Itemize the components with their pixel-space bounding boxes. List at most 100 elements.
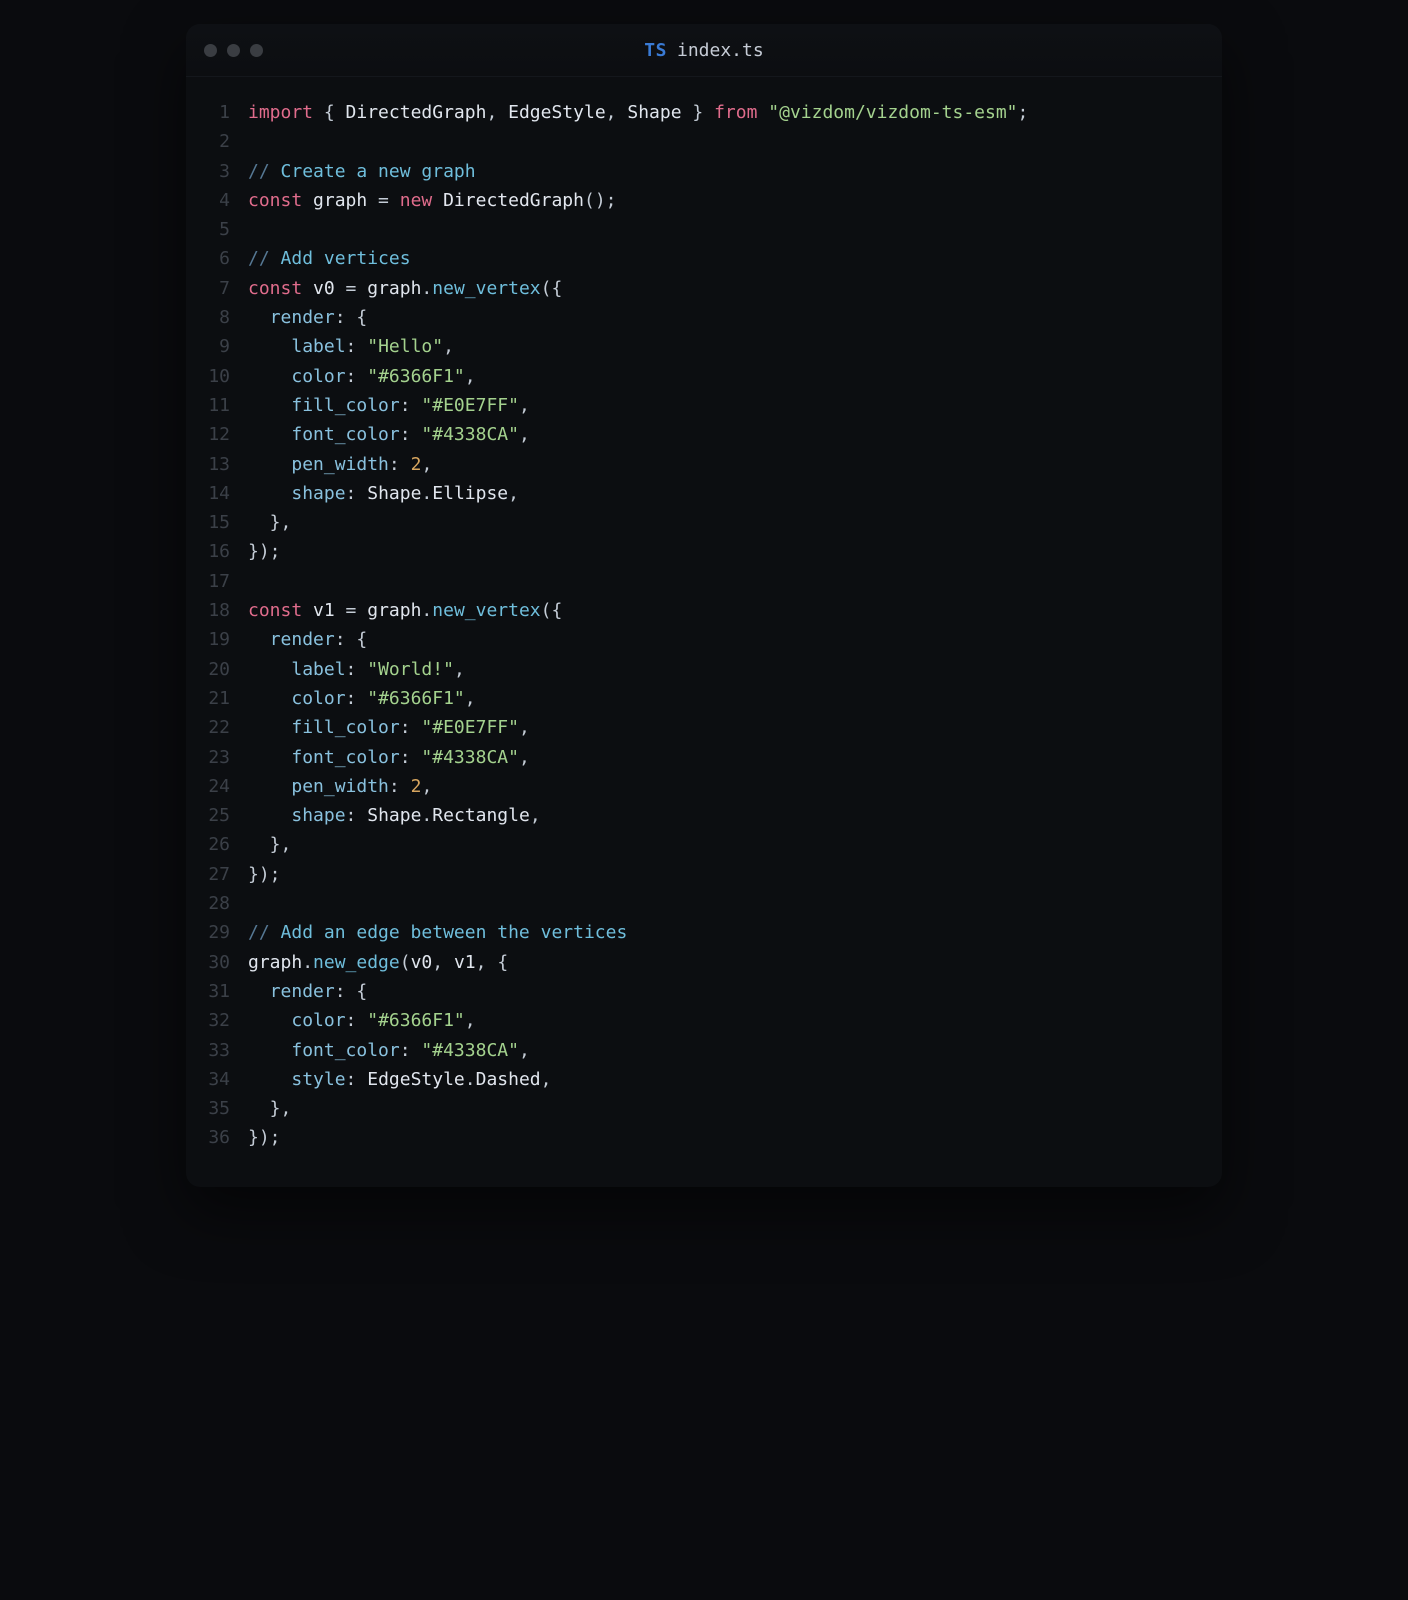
token-str: "#6366F1": [367, 1010, 465, 1031]
token-kw: const: [248, 278, 302, 299]
code-line[interactable]: },: [248, 1094, 1028, 1123]
token-pu: [248, 454, 291, 475]
line-number: 2: [186, 127, 230, 156]
token-id: graph: [313, 190, 367, 211]
token-pu: [248, 483, 291, 504]
token-pu: ,: [519, 424, 530, 445]
token-cm: //: [248, 922, 281, 943]
code-line[interactable]: graph.new_edge(v0, v1, {: [248, 948, 1028, 977]
code-line[interactable]: import { DirectedGraph, EdgeStyle, Shape…: [248, 98, 1028, 127]
code-content[interactable]: import { DirectedGraph, EdgeStyle, Shape…: [244, 98, 1028, 1153]
code-line[interactable]: font_color: "#4338CA",: [248, 1036, 1028, 1065]
code-line[interactable]: [248, 889, 1028, 918]
token-pu: .: [302, 952, 313, 973]
token-pu: });: [248, 541, 281, 562]
token-pu: .: [421, 278, 432, 299]
code-line[interactable]: // Create a new graph: [248, 157, 1028, 186]
line-number: 21: [186, 684, 230, 713]
token-pu: ,: [606, 102, 628, 123]
code-line[interactable]: color: "#6366F1",: [248, 362, 1028, 391]
code-line[interactable]: },: [248, 830, 1028, 859]
token-pu: .: [421, 600, 432, 621]
token-str: "#4338CA": [421, 747, 519, 768]
token-pu: ,: [421, 454, 432, 475]
code-line[interactable]: pen_width: 2,: [248, 450, 1028, 479]
code-line[interactable]: },: [248, 508, 1028, 537]
token-id: graph: [367, 278, 421, 299]
window-dot-close[interactable]: [204, 44, 217, 57]
token-pu: ,: [443, 336, 454, 357]
token-pu: (: [400, 952, 411, 973]
token-id: graph: [367, 600, 421, 621]
code-line[interactable]: [248, 567, 1028, 596]
line-number: 34: [186, 1065, 230, 1094]
code-line[interactable]: shape: Shape.Rectangle,: [248, 801, 1028, 830]
code-line[interactable]: style: EdgeStyle.Dashed,: [248, 1065, 1028, 1094]
code-line[interactable]: fill_color: "#E0E7FF",: [248, 713, 1028, 742]
line-number: 35: [186, 1094, 230, 1123]
token-pu: ,: [486, 102, 508, 123]
line-number: 11: [186, 391, 230, 420]
token-pu: [302, 278, 313, 299]
code-line[interactable]: const v1 = graph.new_vertex({: [248, 596, 1028, 625]
token-str: "#E0E7FF": [421, 395, 519, 416]
line-number: 22: [186, 713, 230, 742]
token-pr: render: [270, 981, 335, 1002]
code-line[interactable]: const graph = new DirectedGraph();: [248, 186, 1028, 215]
code-line[interactable]: render: {: [248, 977, 1028, 1006]
code-line[interactable]: render: {: [248, 625, 1028, 654]
code-line[interactable]: color: "#6366F1",: [248, 684, 1028, 713]
code-line[interactable]: [248, 127, 1028, 156]
line-number: 32: [186, 1006, 230, 1035]
token-str: "Hello": [367, 336, 443, 357]
token-pu: },: [248, 834, 291, 855]
code-line[interactable]: });: [248, 860, 1028, 889]
active-tab[interactable]: TS index.ts: [644, 40, 763, 61]
token-pr: shape: [291, 805, 345, 826]
token-str: "#E0E7FF": [421, 717, 519, 738]
token-pu: [248, 717, 291, 738]
code-line[interactable]: });: [248, 1123, 1028, 1152]
token-id: graph: [248, 952, 302, 973]
code-line[interactable]: // Add vertices: [248, 244, 1028, 273]
code-line[interactable]: const v0 = graph.new_vertex({: [248, 274, 1028, 303]
token-pu: :: [346, 688, 368, 709]
code-line[interactable]: [248, 215, 1028, 244]
token-pu: :: [346, 1069, 368, 1090]
code-line[interactable]: pen_width: 2,: [248, 772, 1028, 801]
code-line[interactable]: render: {: [248, 303, 1028, 332]
code-line[interactable]: fill_color: "#E0E7FF",: [248, 391, 1028, 420]
code-line[interactable]: label: "World!",: [248, 655, 1028, 684]
line-number: 15: [186, 508, 230, 537]
token-pr: color: [291, 688, 345, 709]
code-line[interactable]: // Add an edge between the vertices: [248, 918, 1028, 947]
token-pu: [248, 1040, 291, 1061]
token-id: EdgeStyle: [367, 1069, 465, 1090]
token-pu: .: [465, 1069, 476, 1090]
code-line[interactable]: });: [248, 537, 1028, 566]
token-pu: ,: [519, 747, 530, 768]
line-number: 14: [186, 479, 230, 508]
token-pr: fill_color: [291, 395, 399, 416]
token-str: "#4338CA": [421, 424, 519, 445]
token-pu: : {: [335, 629, 368, 650]
code-line[interactable]: shape: Shape.Ellipse,: [248, 479, 1028, 508]
token-pu: [248, 688, 291, 709]
token-pr: color: [291, 366, 345, 387]
window-dot-zoom[interactable]: [250, 44, 263, 57]
window-dot-minimize[interactable]: [227, 44, 240, 57]
token-pu: :: [389, 454, 411, 475]
code-line[interactable]: font_color: "#4338CA",: [248, 420, 1028, 449]
token-pu: ,: [454, 659, 465, 680]
code-line[interactable]: color: "#6366F1",: [248, 1006, 1028, 1035]
line-number: 28: [186, 889, 230, 918]
code-line[interactable]: label: "Hello",: [248, 332, 1028, 361]
token-pu: [248, 629, 270, 650]
token-pr: label: [291, 659, 345, 680]
code-editor[interactable]: 1234567891011121314151617181920212223242…: [186, 76, 1222, 1187]
code-line[interactable]: font_color: "#4338CA",: [248, 743, 1028, 772]
line-number: 9: [186, 332, 230, 361]
token-pu: }: [682, 102, 715, 123]
token-pr: color: [291, 1010, 345, 1031]
line-gutter: 1234567891011121314151617181920212223242…: [186, 98, 244, 1153]
